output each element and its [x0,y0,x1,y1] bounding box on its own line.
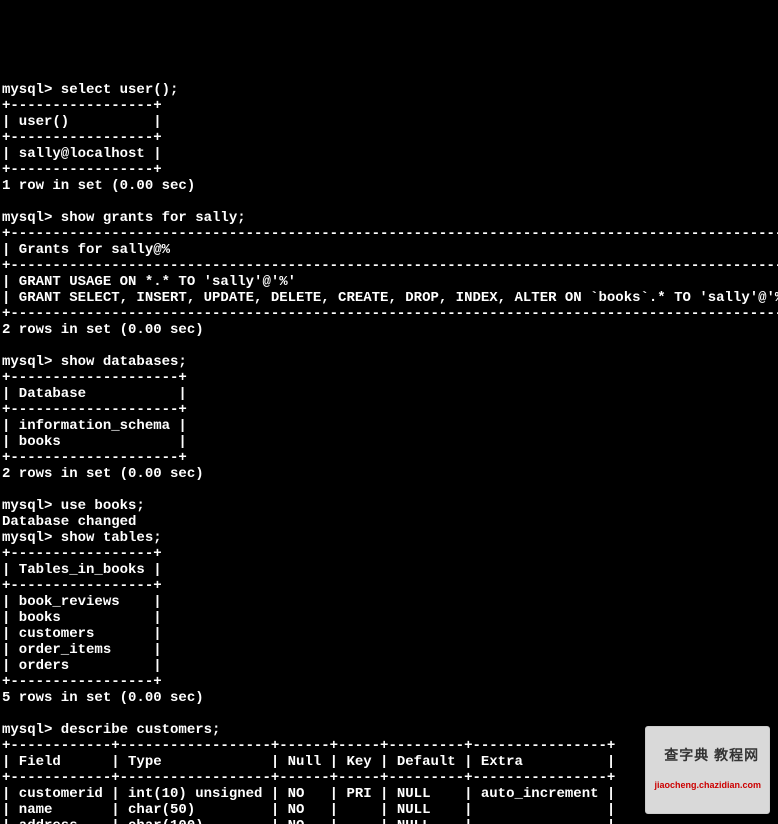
terminal-line: | Grants for sally@% | [2,242,778,258]
terminal-line: mysql> use books; [2,498,778,514]
terminal-line: | address | char(100) | NO | | NULL | | [2,818,778,824]
terminal-line: +-----------------+ [2,162,778,178]
terminal-line: | book_reviews | [2,594,778,610]
terminal-line: +---------------------------------------… [2,306,778,322]
terminal-line: +-----------------+ [2,674,778,690]
terminal-line: +---------------------------------------… [2,258,778,274]
terminal-line: +---------------------------------------… [2,226,778,242]
terminal-line: | Tables_in_books | [2,562,778,578]
terminal-line: +-----------------+ [2,130,778,146]
terminal-line: mysql> show grants for sally; [2,210,778,226]
terminal-line: Database changed [2,514,778,530]
terminal-line: | user() | [2,114,778,130]
terminal-line: +-----------------+ [2,98,778,114]
terminal-line: mysql> show databases; [2,354,778,370]
terminal-line: | Database | [2,386,778,402]
terminal-line: | orders | [2,658,778,674]
terminal-line: 2 rows in set (0.00 sec) [2,322,778,338]
terminal-line: | books | [2,610,778,626]
watermark-sub: jiaocheng.chazidian.com [654,777,761,793]
terminal-line: | sally@localhost | [2,146,778,162]
terminal-line [2,706,778,722]
terminal-line: | GRANT SELECT, INSERT, UPDATE, DELETE, … [2,290,778,306]
terminal-line [2,338,778,354]
terminal-line [2,194,778,210]
terminal-line: 5 rows in set (0.00 sec) [2,690,778,706]
watermark-main: 查字典 教程网 [664,747,759,763]
terminal-line: +--------------------+ [2,370,778,386]
terminal-line [2,482,778,498]
terminal-line: +--------------------+ [2,402,778,418]
terminal-line: | order_items | [2,642,778,658]
terminal-line: +--------------------+ [2,450,778,466]
terminal-line: | GRANT USAGE ON *.* TO 'sally'@'%' | [2,274,778,290]
terminal-output[interactable]: mysql> select user();+-----------------+… [0,80,778,824]
terminal-line: 1 row in set (0.00 sec) [2,178,778,194]
terminal-line: +-----------------+ [2,578,778,594]
terminal-line: | books | [2,434,778,450]
terminal-line: +-----------------+ [2,546,778,562]
terminal-line: mysql> show tables; [2,530,778,546]
watermark: 查字典 教程网 jiaocheng.chazidian.com [645,726,770,814]
terminal-line: 2 rows in set (0.00 sec) [2,466,778,482]
terminal-line: mysql> select user(); [2,82,778,98]
terminal-line: | information_schema | [2,418,778,434]
terminal-line: | customers | [2,626,778,642]
